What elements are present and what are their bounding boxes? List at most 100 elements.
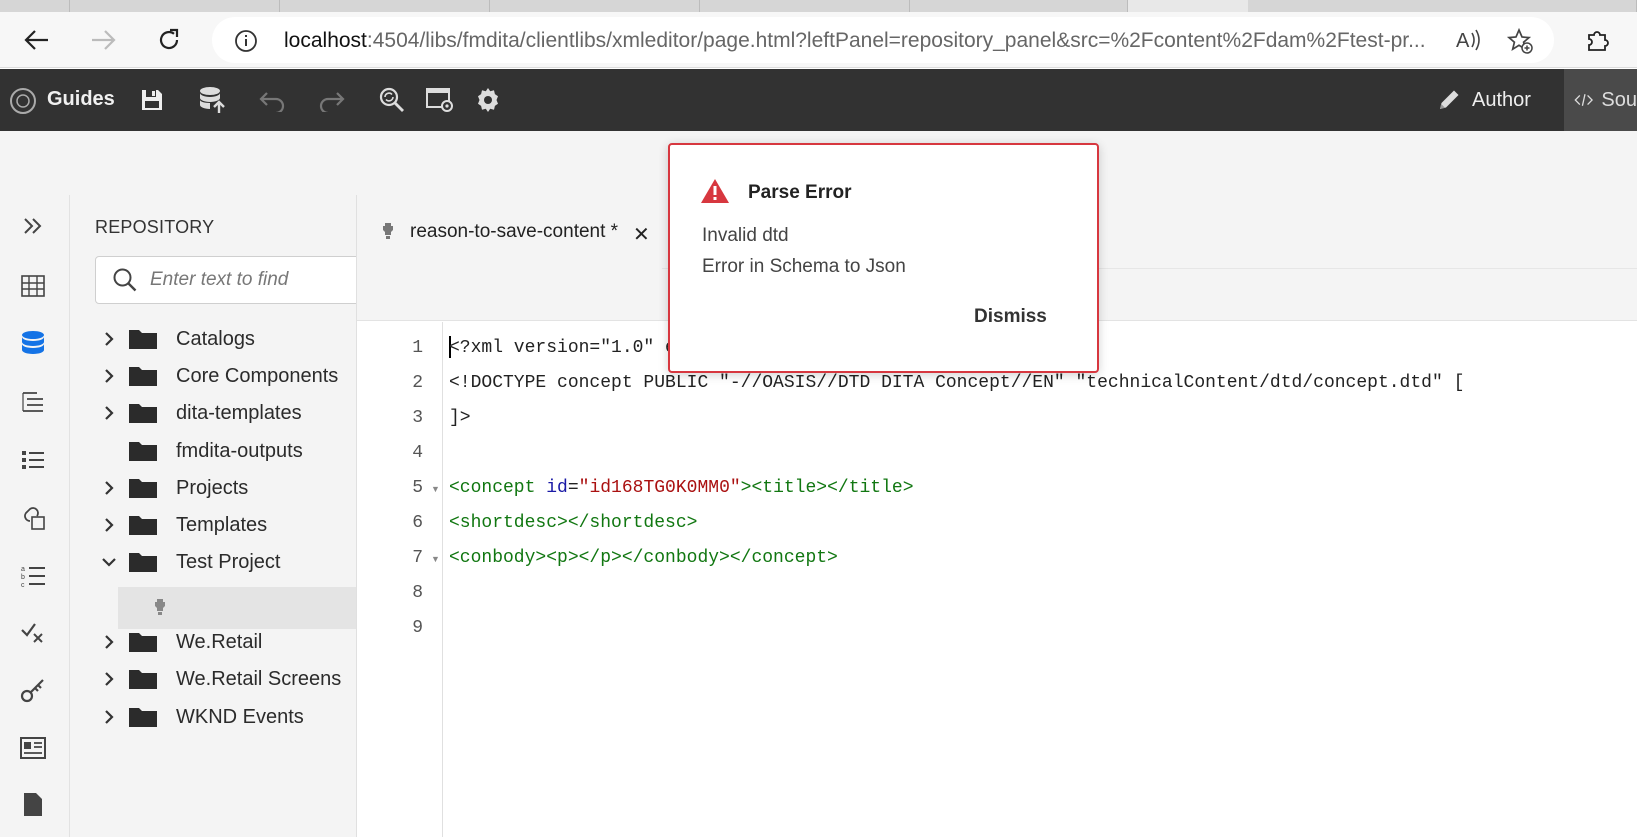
chevron-down-icon[interactable] — [100, 553, 118, 571]
document-icon — [24, 793, 42, 816]
chevron-right-icon[interactable] — [100, 330, 118, 348]
folder-icon — [129, 516, 157, 535]
tree-item-core-components[interactable]: Core Components — [70, 359, 356, 393]
browser-tab[interactable] — [280, 0, 490, 12]
add-favorite-icon[interactable] — [1506, 27, 1534, 60]
rail-review-button[interactable] — [16, 615, 50, 649]
rail-properties-button[interactable] — [16, 731, 50, 765]
editor-tab[interactable]: reason-to-save-content * ✕ — [357, 195, 662, 269]
line-number-gutter: 1 2 3 4 5 6 7 8 9 ▼ ▼ — [357, 322, 443, 837]
source-mode-button[interactable]: Sou — [1564, 69, 1637, 131]
folder-icon — [129, 670, 157, 689]
find-replace-button[interactable] — [375, 83, 409, 117]
tree-item-projects[interactable]: Projects — [70, 471, 356, 505]
tree-item-label: Test Project — [176, 551, 281, 573]
tree-item-templates[interactable]: Templates — [70, 508, 356, 542]
rail-glossary-button[interactable]: abc — [16, 559, 50, 593]
dismiss-button[interactable]: Dismiss — [974, 306, 1047, 328]
source-code-editor[interactable]: 1 2 3 4 5 6 7 8 9 ▼ ▼ <?xml version="1.0… — [357, 322, 1637, 837]
source-label: Sou — [1601, 88, 1637, 111]
topic-file-icon — [383, 223, 393, 239]
close-tab-icon[interactable]: ✕ — [633, 222, 650, 247]
folder-icon — [129, 442, 157, 461]
repository-title: REPOSITORY — [95, 217, 215, 237]
browser-tab[interactable] — [910, 0, 1128, 12]
code-icon — [1574, 94, 1594, 106]
extensions-button[interactable] — [1580, 25, 1614, 55]
tree-item-label: Templates — [176, 514, 268, 536]
back-arrow-icon — [24, 30, 48, 50]
url-text[interactable]: localhost:4504/libs/fmdita/clientlibs/xm… — [284, 29, 1429, 53]
editor-tab-title: reason-to-save-content * — [410, 221, 619, 242]
tree-item-selected-file[interactable] — [118, 587, 356, 629]
tree-item-label: WKND Events — [176, 706, 304, 728]
tree-item-fmdita-outputs[interactable]: fmdita-outputs — [70, 434, 356, 468]
chevron-right-icon[interactable] — [100, 404, 118, 422]
folder-icon — [129, 479, 157, 498]
rail-list-button[interactable] — [16, 443, 50, 477]
site-info-icon[interactable] — [234, 29, 258, 58]
tree-item-label: dita-templates — [176, 402, 302, 424]
tree-item-label: fmdita-outputs — [176, 440, 303, 462]
browser-tab[interactable] — [0, 0, 70, 12]
tree-item-test-project[interactable]: Test Project — [70, 545, 356, 579]
author-mode-button[interactable]: Author — [1436, 84, 1531, 116]
preview-settings-button[interactable] — [423, 83, 457, 117]
settings-button[interactable] — [471, 83, 505, 117]
expand-panel-button[interactable] — [16, 209, 50, 243]
bulleted-list-icon — [22, 451, 44, 469]
chevron-right-icon[interactable] — [100, 708, 118, 726]
rail-links-button[interactable] — [16, 501, 50, 535]
rail-grid-button[interactable] — [16, 269, 50, 303]
parse-error-dialog: Parse Error Invalid dtd Error in Schema … — [668, 143, 1099, 373]
repository-search[interactable] — [95, 256, 356, 304]
tree-item-dita-templates[interactable]: dita-templates — [70, 396, 356, 430]
alert-icon — [700, 178, 730, 209]
database-upload-icon — [200, 87, 225, 113]
fold-toggle-icon[interactable]: ▼ — [431, 484, 440, 494]
redo-button[interactable] — [315, 83, 349, 117]
line-number: 3 — [412, 408, 423, 428]
chevron-right-icon[interactable] — [100, 367, 118, 385]
chevron-right-icon[interactable] — [100, 633, 118, 651]
line-number: 8 — [412, 583, 423, 603]
chevron-right-icon[interactable] — [100, 479, 118, 497]
guides-logo-icon — [9, 87, 37, 120]
save-button[interactable] — [135, 83, 169, 117]
code-line-6: <shortdesc></shortdesc> — [449, 513, 697, 533]
reload-icon — [159, 28, 179, 50]
tree-item-we-retail[interactable]: We.Retail — [70, 625, 356, 659]
check-x-icon — [21, 623, 43, 643]
search-input[interactable] — [150, 267, 350, 293]
xml-tag: <concept — [449, 478, 547, 498]
rail-document-button[interactable] — [16, 787, 50, 821]
version-save-button[interactable] — [195, 83, 229, 117]
tree-item-wknd-events[interactable]: WKND Events — [70, 700, 356, 734]
forward-button[interactable] — [86, 25, 120, 55]
puzzle-icon — [1588, 31, 1609, 51]
browser-tab[interactable] — [70, 0, 280, 12]
rail-outline-button[interactable] — [16, 385, 50, 419]
rail-repository-button[interactable] — [16, 327, 50, 361]
rail-keys-button[interactable] — [16, 673, 50, 707]
folder-icon — [129, 330, 157, 349]
xml-tag: ><title></title> — [740, 478, 914, 498]
undo-button[interactable] — [255, 83, 289, 117]
reload-button[interactable] — [152, 25, 186, 55]
tree-item-we-retail-screens[interactable]: We.Retail Screens — [70, 662, 356, 696]
chevron-right-icon[interactable] — [100, 670, 118, 688]
address-bar[interactable]: localhost:4504/libs/fmdita/clientlibs/xm… — [212, 17, 1554, 63]
browser-tab[interactable] — [700, 0, 910, 12]
line-number: 6 — [412, 513, 423, 533]
read-aloud-icon[interactable]: A — [1454, 27, 1482, 58]
browser-tab[interactable] — [1248, 0, 1637, 12]
line-number: 5 — [412, 478, 423, 498]
browser-tab[interactable] — [490, 0, 700, 12]
pencil-icon — [1440, 90, 1459, 109]
tree-item-catalogs[interactable]: Catalogs — [70, 322, 356, 356]
chevron-right-icon[interactable] — [100, 516, 118, 534]
browser-tab-strip — [0, 0, 1637, 12]
left-icon-rail: abc — [0, 195, 70, 837]
fold-toggle-icon[interactable]: ▼ — [431, 554, 440, 564]
back-button[interactable] — [20, 25, 54, 55]
